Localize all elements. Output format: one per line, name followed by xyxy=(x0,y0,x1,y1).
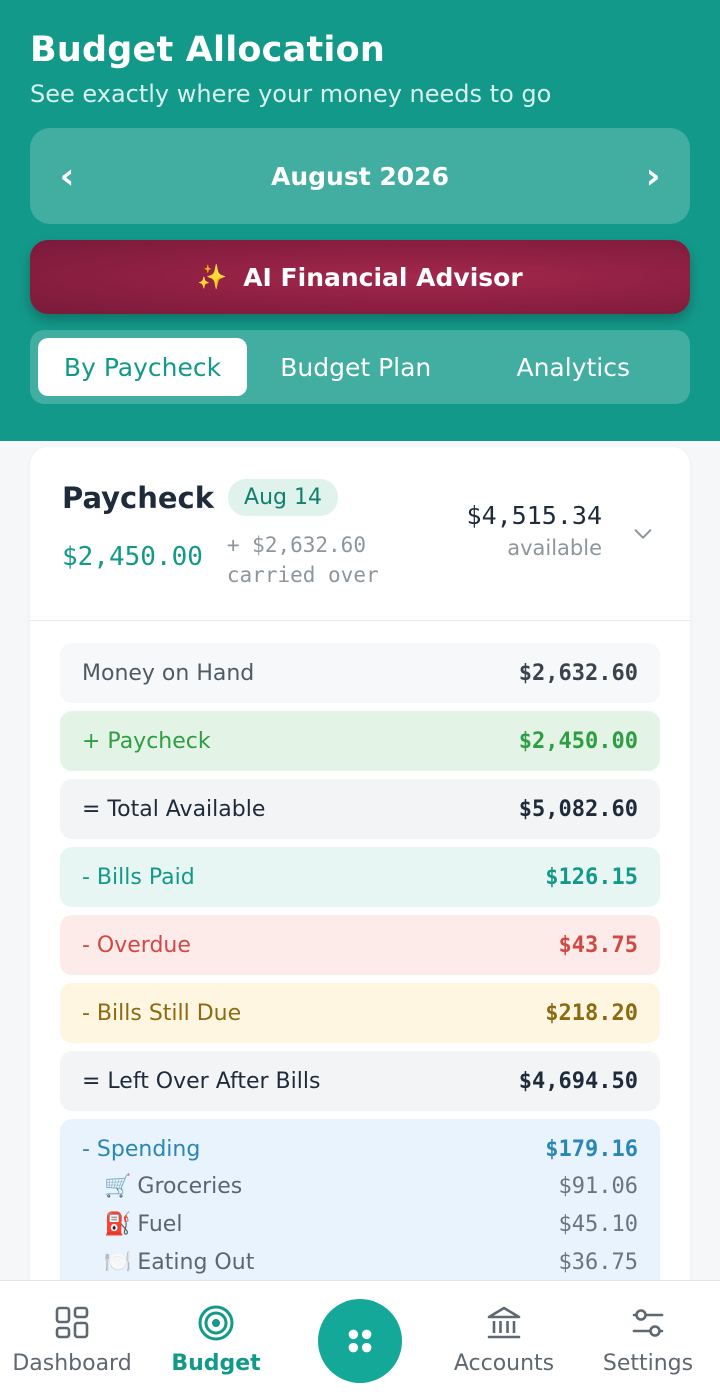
row-label: - Overdue xyxy=(82,932,191,958)
paycheck-date-badge: Aug 14 xyxy=(228,479,338,516)
item-value: $91.06 xyxy=(558,1173,638,1199)
chevron-left-icon[interactable]: ‹ xyxy=(52,156,82,197)
spending-section: - Spending $179.16 🛒 Groceries $91.06 ⛽ Fu… xyxy=(60,1119,660,1299)
view-tabs: By Paycheck Budget Plan Analytics xyxy=(30,330,690,404)
page-subtitle: See exactly where your money needs to go xyxy=(30,80,552,108)
ai-advisor-label: AI Financial Advisor xyxy=(243,262,523,292)
nav-label: Budget xyxy=(171,1351,261,1376)
row-left-over: = Left Over After Bills $4,694.50 xyxy=(60,1051,660,1111)
sparkles-icon: ✨ xyxy=(197,263,228,291)
bank-icon xyxy=(487,1306,521,1339)
item-value: $36.75 xyxy=(558,1249,638,1275)
carried-over-label: carried over xyxy=(226,563,379,587)
item-label: Fuel xyxy=(137,1211,183,1237)
nav-dashboard[interactable]: Dashboard xyxy=(0,1281,144,1394)
row-value: $2,450.00 xyxy=(518,728,638,754)
row-value: $4,694.50 xyxy=(518,1068,638,1094)
paycheck-amount: $2,450.00 xyxy=(62,542,203,572)
row-total-available: = Total Available $5,082.60 xyxy=(60,779,660,839)
month-selector: ‹ August 2026 › xyxy=(30,128,690,224)
current-month: August 2026 xyxy=(271,161,449,191)
nav-budget[interactable]: Budget xyxy=(144,1281,288,1394)
available-amount: $4,515.34 xyxy=(466,501,602,530)
carried-over-amount: + $2,632.60 xyxy=(226,533,366,557)
row-value: $126.15 xyxy=(545,864,638,890)
nav-label: Accounts xyxy=(453,1351,555,1376)
available-summary: $4,515.34 available xyxy=(467,501,602,560)
available-label: available xyxy=(507,536,602,560)
row-value: $5,082.60 xyxy=(518,796,638,822)
bottom-nav: Dashboard Budget Accounts Settings xyxy=(0,1280,720,1394)
item-value: $45.10 xyxy=(558,1211,638,1237)
quick-actions-button[interactable] xyxy=(318,1299,402,1383)
row-label: Money on Hand xyxy=(82,660,255,686)
spending-total: $179.16 xyxy=(545,1136,638,1162)
nav-label: Settings xyxy=(602,1351,694,1376)
chevron-right-icon[interactable]: › xyxy=(638,156,668,197)
row-money-on-hand: Money on Hand $2,632.60 xyxy=(60,643,660,703)
sliders-icon xyxy=(632,1309,664,1337)
row-label: + Paycheck xyxy=(82,728,211,754)
dashboard-icon xyxy=(55,1306,89,1339)
list-item: ⛽ Fuel $45.10 xyxy=(82,1205,638,1243)
list-item: 🍽️ Eating Out $36.75 xyxy=(82,1243,638,1281)
row-label: - Bills Paid xyxy=(82,864,195,890)
paycheck-title: Paycheck xyxy=(62,480,215,515)
row-bills-still-due: - Bills Still Due $218.20 xyxy=(60,983,660,1043)
nav-label: Dashboard xyxy=(12,1351,132,1376)
row-label: = Total Available xyxy=(82,796,266,822)
fab-container xyxy=(288,1281,432,1394)
tab-by-paycheck[interactable]: By Paycheck xyxy=(38,338,247,396)
item-label: Eating Out xyxy=(137,1249,255,1275)
item-label: Groceries xyxy=(137,1173,243,1199)
tab-budget-plan[interactable]: Budget Plan xyxy=(247,338,465,396)
row-bills-paid: - Bills Paid $126.15 xyxy=(60,847,660,907)
row-value: $218.20 xyxy=(545,1000,638,1026)
carried-over: + $2,632.60 carried over xyxy=(227,530,379,590)
grid-dots-icon xyxy=(348,1329,372,1353)
page-title: Budget Allocation xyxy=(30,30,385,70)
plate-icon: 🍽️ xyxy=(104,1249,132,1275)
row-overdue: - Overdue $43.75 xyxy=(60,915,660,975)
paycheck-card: Paycheck Aug 14 $2,450.00 + $2,632.60 ca… xyxy=(30,447,690,1347)
chevron-down-icon[interactable] xyxy=(632,523,654,545)
row-paycheck: + Paycheck $2,450.00 xyxy=(60,711,660,771)
list-item: 🛒 Groceries $91.06 xyxy=(82,1167,638,1205)
breakdown-list: Money on Hand $2,632.60 + Paycheck $2,45… xyxy=(30,621,690,1321)
header: Budget Allocation See exactly where your… xyxy=(0,0,720,441)
fuel-pump-icon: ⛽ xyxy=(104,1211,132,1237)
ai-advisor-button[interactable]: ✨ AI Financial Advisor xyxy=(30,240,690,314)
shopping-cart-icon: 🛒 xyxy=(104,1173,132,1199)
tab-analytics[interactable]: Analytics xyxy=(465,338,683,396)
nav-settings[interactable]: Settings xyxy=(576,1281,720,1394)
nav-accounts[interactable]: Accounts xyxy=(432,1281,576,1394)
spending-label: - Spending xyxy=(82,1136,201,1162)
row-value: $2,632.60 xyxy=(518,660,638,686)
target-icon xyxy=(198,1305,234,1341)
paycheck-header[interactable]: Paycheck Aug 14 $2,450.00 + $2,632.60 ca… xyxy=(30,447,690,621)
row-label: - Bills Still Due xyxy=(82,1000,242,1026)
row-value: $43.75 xyxy=(558,932,638,958)
row-label: = Left Over After Bills xyxy=(82,1068,321,1094)
